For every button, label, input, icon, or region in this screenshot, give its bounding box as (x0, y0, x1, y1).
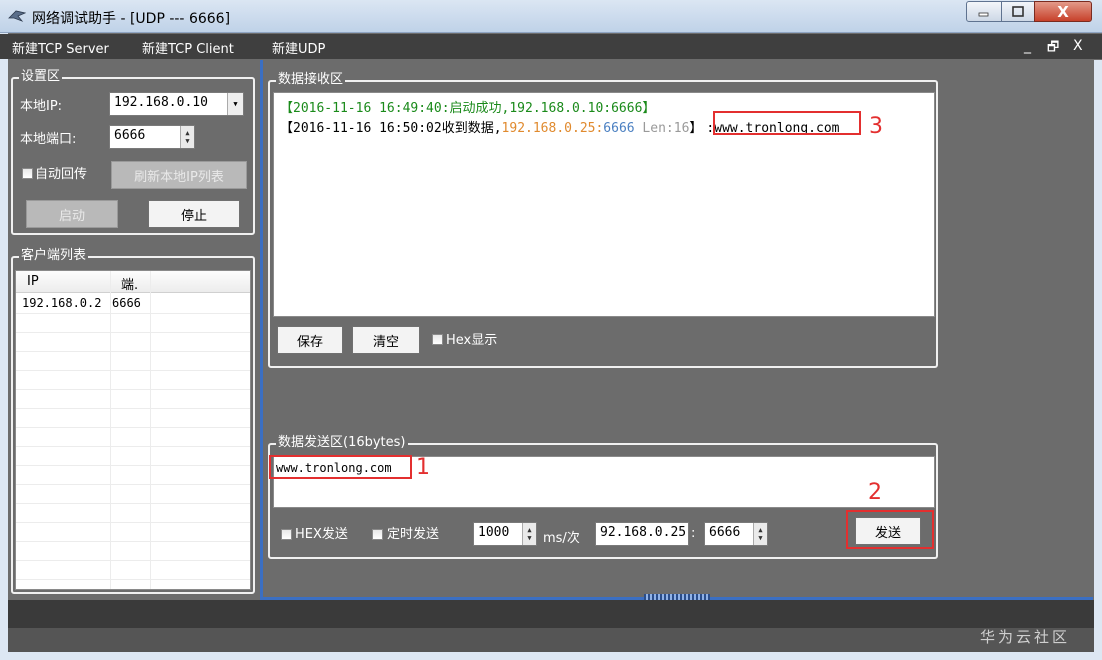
settings-group: 设置区 本地IP: 192.168.0.10 ▼ 本地端口: 6666 ▲ ▼ … (11, 69, 255, 235)
left-panel: 设置区 本地IP: 192.168.0.10 ▼ 本地端口: 6666 ▲ ▼ … (8, 60, 260, 600)
interval-unit-label: ms/次 (543, 531, 580, 546)
hex-display-checkbox[interactable] (432, 334, 443, 345)
watermark: 华为云社区 (980, 628, 1071, 646)
target-port-field[interactable]: 6666 ▲ ▼ (704, 522, 768, 546)
timed-send-label: 定时发送 (387, 527, 440, 542)
table-row[interactable]: 192.168.0.2 6666 (16, 294, 250, 313)
interval-stepper[interactable]: ▲ ▼ (522, 523, 536, 545)
log-line-start: 【2016-11-16 16:49:40:启动成功,192.168.0.10:6… (280, 101, 656, 116)
stepper-down-icon[interactable]: ▼ (758, 534, 762, 542)
hex-display-label: Hex显示 (446, 333, 498, 348)
log-received-close: 】 (689, 121, 703, 136)
close-button[interactable]: X (1034, 1, 1092, 22)
vertical-splitter[interactable] (260, 60, 263, 600)
chevron-down-icon[interactable]: ▼ (227, 93, 243, 115)
client-port-cell: 6666 (112, 296, 141, 310)
local-port-stepper[interactable]: ▲ ▼ (180, 126, 194, 148)
column-header-port[interactable]: 端. (121, 274, 138, 293)
window-right-border (1094, 60, 1102, 660)
auto-reply-label: 自动回传 (35, 167, 88, 182)
interval-field[interactable]: 1000 ▲ ▼ (473, 522, 537, 546)
stop-button[interactable]: 停止 (148, 200, 240, 228)
settings-group-title: 设置区 (19, 69, 63, 85)
client-ip-cell: 192.168.0.2 (22, 296, 102, 310)
window-bottom-border (0, 652, 1102, 660)
send-group-title: 数据发送区(16bytes) (276, 435, 408, 451)
local-ip-label: 本地IP: (20, 99, 63, 114)
target-port-stepper[interactable]: ▲ ▼ (753, 523, 767, 545)
menu-new-tcp-client[interactable]: 新建TCP Client (142, 38, 234, 57)
close-icon: X (1057, 2, 1069, 21)
title-bar[interactable]: 网络调试助手 - [UDP --- 6666] X (0, 0, 1102, 33)
stepper-up-icon[interactable]: ▲ (185, 129, 189, 137)
local-ip-value: 192.168.0.10 (114, 95, 208, 110)
annotation-box-3 (713, 111, 861, 135)
stepper-up-icon[interactable]: ▲ (758, 526, 762, 534)
annotation-number-1: 1 (416, 455, 430, 480)
save-button[interactable]: 保存 (277, 326, 343, 354)
log-received-addr: 192.168.0.25: (501, 121, 604, 136)
log-received-len: Len:16 (634, 121, 690, 136)
mdi-close-button[interactable]: X (1073, 38, 1083, 54)
status-area (8, 600, 1094, 628)
target-ip-value: 92.168.0.25 (600, 525, 687, 540)
timed-send-checkbox[interactable] (372, 529, 383, 540)
hex-send-checkbox[interactable] (281, 529, 292, 540)
target-ip-field[interactable]: 92.168.0.25 (595, 522, 689, 546)
interval-value: 1000 (478, 525, 510, 540)
target-port-value: 6666 (709, 525, 741, 540)
annotation-number-2: 2 (868, 480, 882, 505)
window-left-border (0, 33, 8, 660)
local-port-label: 本地端口: (20, 132, 77, 147)
client-list-title: 客户端列表 (19, 248, 89, 264)
start-button[interactable]: 启动 (26, 200, 118, 228)
menu-new-udp[interactable]: 新建UDP (272, 38, 325, 57)
stepper-down-icon[interactable]: ▼ (185, 137, 189, 145)
local-port-field[interactable]: 6666 ▲ ▼ (109, 125, 195, 149)
log-received-port: 6666 (603, 121, 635, 136)
minimize-button[interactable] (966, 1, 1002, 22)
column-header-ip[interactable]: IP (27, 274, 39, 289)
clear-button[interactable]: 清空 (352, 326, 420, 354)
log-received-prefix: 【2016-11-16 16:50:02收到数据, (280, 121, 502, 136)
auto-reply-checkbox[interactable] (22, 168, 33, 179)
window-title: 网络调试助手 - [UDP --- 6666] (32, 11, 231, 27)
stepper-up-icon[interactable]: ▲ (527, 526, 531, 534)
app-icon (8, 10, 26, 22)
local-ip-select[interactable]: 192.168.0.10 ▼ (109, 92, 244, 116)
local-port-value: 6666 (114, 128, 146, 143)
annotation-box-1 (269, 455, 412, 479)
refresh-local-ip-button[interactable]: 刷新本地IP列表 (111, 161, 247, 189)
ip-port-separator: : (691, 526, 696, 541)
maximize-button[interactable] (1001, 1, 1035, 22)
status-bar (8, 628, 1094, 652)
maximize-icon (1012, 6, 1024, 17)
menu-bar: 新建TCP Server 新建TCP Client 新建UDP _ 🗗 X (0, 34, 1102, 59)
annotation-box-2 (846, 510, 934, 549)
client-table[interactable]: IP 端. 192.168.0.2 6666 (15, 270, 251, 590)
mdi-restore-button[interactable]: 🗗 (1047, 38, 1059, 60)
minimize-icon (978, 12, 989, 16)
client-table-header: IP 端. (16, 271, 250, 293)
annotation-number-3: 3 (869, 114, 883, 139)
menu-new-tcp-server[interactable]: 新建TCP Server (12, 38, 109, 57)
stepper-down-icon[interactable]: ▼ (527, 534, 531, 542)
hex-send-label: HEX发送 (295, 527, 348, 542)
mdi-minimize-button[interactable]: _ (1024, 38, 1031, 54)
receive-group-title: 数据接收区 (276, 72, 346, 88)
